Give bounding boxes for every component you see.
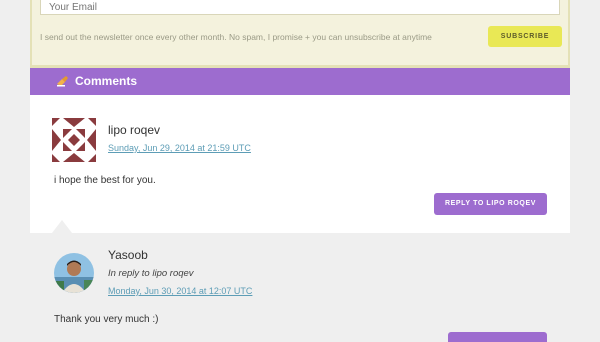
comment-author: lipo roqev bbox=[108, 123, 161, 137]
comments-header: Comments bbox=[30, 68, 570, 95]
in-reply-to: In reply to lipo roqev bbox=[108, 268, 194, 279]
comment-date-link[interactable]: Monday, Jun 30, 2014 at 12:07 UTC bbox=[108, 286, 252, 296]
reply-notch bbox=[52, 220, 72, 233]
comment-reply: Yasoob In reply to lipo roqev Monday, Ju… bbox=[30, 233, 570, 342]
photo-avatar bbox=[54, 253, 94, 293]
writing-hand-icon bbox=[57, 76, 68, 87]
comment-date-link[interactable]: Sunday, Jun 29, 2014 at 21:59 UTC bbox=[108, 143, 251, 153]
reply-button-partial[interactable] bbox=[448, 332, 547, 342]
identicon-avatar bbox=[52, 118, 96, 162]
reply-button[interactable]: REPLY TO LIPO ROQEV bbox=[434, 193, 547, 215]
subscribe-button[interactable]: SUBSCRIBE bbox=[488, 26, 562, 47]
newsletter-box: I send out the newsletter once every oth… bbox=[30, 0, 570, 68]
comment-author: Yasoob bbox=[108, 248, 148, 262]
comment: lipo roqev Sunday, Jun 29, 2014 at 21:59… bbox=[30, 95, 570, 233]
comments-title: Comments bbox=[75, 74, 138, 88]
comment-text: i hope the best for you. bbox=[54, 175, 156, 186]
newsletter-note: I send out the newsletter once every oth… bbox=[40, 32, 432, 42]
email-input[interactable] bbox=[40, 0, 560, 15]
comment-text: Thank you very much :) bbox=[54, 314, 159, 325]
